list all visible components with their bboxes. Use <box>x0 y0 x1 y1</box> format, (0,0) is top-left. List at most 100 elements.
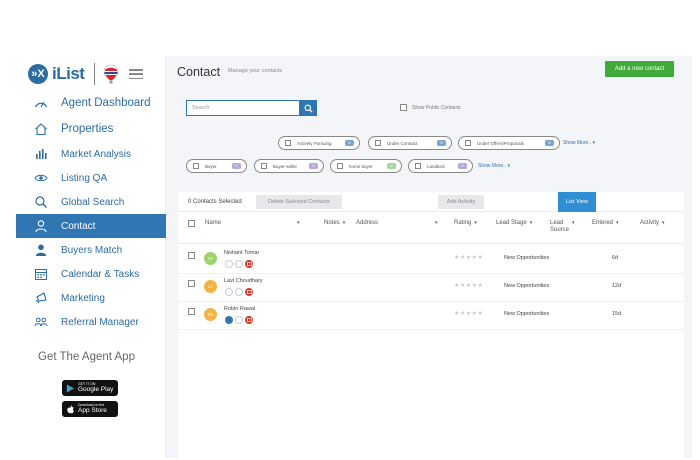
filter-checkbox[interactable] <box>465 140 471 146</box>
table-row[interactable]: NT Nishant Tomar ★★★★★ New Opportunities… <box>178 246 684 274</box>
public-contacts-checkbox[interactable] <box>400 104 407 111</box>
row-checkbox[interactable] <box>188 252 195 259</box>
sidebar-item-label: Referral Manager <box>61 316 139 328</box>
filter-count-badge: 0 <box>232 162 241 169</box>
filter-checkbox[interactable] <box>193 163 199 169</box>
select-all-checkbox[interactable] <box>188 220 195 227</box>
filter-checkbox[interactable] <box>285 140 291 146</box>
row-checkbox[interactable] <box>188 308 195 315</box>
get-app-heading: Get The Agent App <box>38 351 135 363</box>
menu-hamburger-icon[interactable] <box>129 69 144 79</box>
search-button[interactable] <box>299 100 317 116</box>
column-label: Entered <box>592 220 614 226</box>
house-icon <box>34 122 48 136</box>
megaphone-icon <box>34 291 48 305</box>
phone-icon[interactable] <box>235 288 243 296</box>
contact-name[interactable]: Lavi Choudhary <box>224 278 263 284</box>
filter-checkbox[interactable] <box>375 140 381 146</box>
ilist-logo-icon: »X <box>28 64 48 84</box>
filter-checkbox[interactable] <box>337 163 343 169</box>
add-new-contact-button[interactable]: Add a new contact <box>605 61 674 77</box>
show-more-link[interactable]: Show More.. ▾ <box>563 140 595 146</box>
public-contacts-label: Show Public Contacts <box>412 104 461 111</box>
phone-icon[interactable] <box>235 316 243 324</box>
contact-name[interactable]: Nishant Tomar <box>224 250 259 256</box>
sidebar-item-listing-qa[interactable]: Listing QA <box>16 166 166 190</box>
column-name[interactable]: Name <box>205 220 221 227</box>
chevron-down-icon: ▾ <box>435 220 438 226</box>
sidebar-item-marketing[interactable]: Marketing <box>16 286 166 310</box>
filter-label: Buyer <box>205 163 217 169</box>
list-view-button[interactable]: List View <box>558 192 596 212</box>
google-play-icon <box>66 383 75 393</box>
filter-checkbox[interactable] <box>261 163 267 169</box>
filter-actively-pursuing[interactable]: Actively Pursuing 0 <box>278 136 360 150</box>
contact-name[interactable]: Robin Rawal <box>224 306 255 312</box>
filter-count-badge: 0 <box>545 139 554 146</box>
chevron-down-icon: ▾ <box>662 220 665 226</box>
column-lead-source[interactable]: Lead Source ▾ <box>550 220 575 234</box>
table-row[interactable]: RR Robin Rawal ★★★★★ New Opportunities 1… <box>178 302 684 330</box>
show-more-link[interactable]: Show More.. ▾ <box>478 163 510 169</box>
search-icon <box>304 104 313 113</box>
phone-icon[interactable] <box>235 260 243 268</box>
lead-stage: New Opportunities <box>504 283 550 289</box>
filter-checkbox[interactable] <box>415 163 421 169</box>
filter-count-badge: 0 <box>437 139 446 146</box>
filter-label: Under Contract <box>387 140 418 146</box>
column-lead-stage[interactable]: Lead Stage ▾ <box>496 220 532 227</box>
sidebar-item-agent-dashboard[interactable]: Agent Dashboard <box>16 90 166 116</box>
column-activity[interactable]: Activity ▾ <box>640 220 665 227</box>
app-store-button[interactable]: Download on the App Store <box>62 401 118 417</box>
chevron-down-icon: ▾ <box>529 220 533 226</box>
page-title: Contact <box>177 65 221 79</box>
sidebar-item-contact[interactable]: Contact <box>16 214 166 238</box>
filter-count-badge: 0 <box>345 139 354 146</box>
google-play-button[interactable]: GET IT ON Google Play <box>62 380 118 396</box>
brand-name: iList <box>52 64 85 83</box>
show-public-contacts[interactable]: Show Public Contacts <box>400 104 461 111</box>
search-input[interactable] <box>186 100 299 116</box>
email-icon[interactable] <box>225 316 233 324</box>
email-icon[interactable] <box>225 260 233 268</box>
sidebar-item-referral-manager[interactable]: Referral Manager <box>16 310 166 334</box>
column-rating[interactable]: Rating ▾ <box>454 220 477 227</box>
column-address[interactable]: Address <box>356 220 378 227</box>
sidebar-item-global-search[interactable]: Global Search <box>16 190 166 214</box>
filter-label: Actively Pursuing <box>297 140 332 146</box>
message-icon[interactable] <box>245 288 253 296</box>
delete-selected-button[interactable]: Delete Selected Contacts <box>256 195 342 209</box>
column-entered[interactable]: Entered ▾ <box>592 220 619 227</box>
sidebar-nav: Agent Dashboard Properties Market Analys… <box>16 90 166 334</box>
rating-stars[interactable]: ★★★★★ <box>454 310 483 317</box>
filter-under-offers-proposals[interactable]: Under Offers/Proposals 0 <box>458 136 560 150</box>
filter-under-contract[interactable]: Under Contract 0 <box>368 136 452 150</box>
eye-icon <box>34 171 48 185</box>
sidebar-item-market-analysis[interactable]: Market Analysis <box>16 142 166 166</box>
sidebar-item-calendar-tasks[interactable]: Calendar & Tasks <box>16 262 166 286</box>
app-window: »X iList Agent Dashboard Properties Mark… <box>16 56 692 458</box>
filter-label: Buyer-seller <box>273 163 298 169</box>
rating-stars[interactable]: ★★★★★ <box>454 254 483 261</box>
filter-landlord[interactable]: Landlord 0 <box>408 159 473 173</box>
column-label: Notes <box>324 220 340 226</box>
rating-stars[interactable]: ★★★★★ <box>454 282 483 289</box>
column-address-sort[interactable]: ▾ <box>432 220 438 226</box>
message-icon[interactable] <box>245 316 253 324</box>
column-name-sort[interactable]: ▾ <box>294 220 300 226</box>
sidebar: »X iList Agent Dashboard Properties Mark… <box>16 56 166 458</box>
person-solid-icon <box>34 243 48 257</box>
row-checkbox[interactable] <box>188 280 195 287</box>
filter-home-buyer[interactable]: home buyer 0 <box>330 159 402 173</box>
add-activity-button[interactable]: Add Activity <box>438 195 484 209</box>
person-icon <box>34 219 48 233</box>
table-row[interactable]: LC Lavi Choudhary ★★★★★ New Opportunitie… <box>178 274 684 302</box>
sidebar-item-properties[interactable]: Properties <box>16 116 166 142</box>
filter-buyer-seller[interactable]: Buyer-seller 0 <box>254 159 324 173</box>
sidebar-item-buyers-match[interactable]: Buyers Match <box>16 238 166 262</box>
remax-balloon-icon <box>104 64 119 84</box>
email-icon[interactable] <box>225 288 233 296</box>
message-icon[interactable] <box>245 260 253 268</box>
column-notes[interactable]: Notes ▾ <box>324 220 345 227</box>
filter-buyer[interactable]: Buyer 0 <box>186 159 247 173</box>
